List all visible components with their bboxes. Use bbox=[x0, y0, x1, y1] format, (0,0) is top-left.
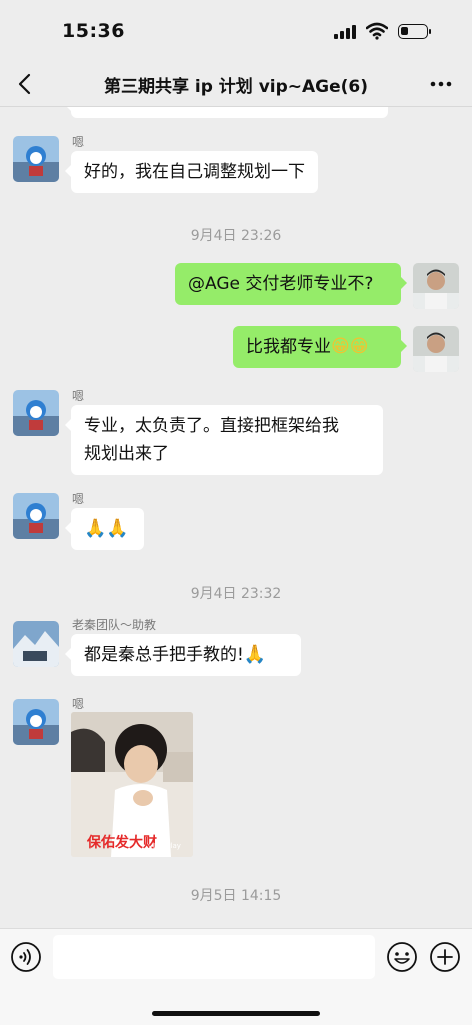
avatar[interactable] bbox=[413, 326, 459, 372]
plus-icon[interactable] bbox=[429, 941, 461, 973]
chat-header: 第三期共享 ip 计划 vip~AGe(6) bbox=[0, 62, 472, 106]
message-text: 好的，我在自己调整规划一下 bbox=[84, 162, 305, 182]
folded-hands-emoji: 🙏🙏 bbox=[84, 518, 129, 539]
grinning-emoji: 😁😁 bbox=[331, 336, 369, 357]
message-bubble-partial[interactable] bbox=[65, 107, 388, 118]
message-bubble[interactable]: 🙏🙏 bbox=[65, 508, 144, 550]
chevron-left-icon[interactable] bbox=[10, 68, 42, 100]
more-icon[interactable] bbox=[426, 72, 456, 96]
cellular-signal-icon bbox=[334, 25, 360, 39]
sender-name: 老秦团队～助教 bbox=[72, 618, 157, 632]
message-text-line: 规划出来了 bbox=[84, 444, 169, 464]
message-text: @AGe 交付老师专业不? bbox=[188, 274, 374, 294]
wifi-icon bbox=[366, 22, 388, 40]
chat-message-list[interactable]: 嗯 好的，我在自己调整规划一下 9月4日 23:26 @AGe 交付老师专业不?… bbox=[0, 107, 472, 928]
sender-name: 嗯 bbox=[72, 389, 85, 403]
message-timestamp: 9月4日 23:26 bbox=[190, 228, 282, 244]
sender-name: 嗯 bbox=[72, 492, 85, 506]
sticker-watermark: ImgPlay bbox=[153, 842, 181, 850]
sticker-image[interactable]: 保佑发大财 ImgPlay bbox=[71, 712, 193, 857]
message-text: 比我都专业 bbox=[246, 337, 331, 357]
battery-icon bbox=[398, 24, 431, 39]
message-bubble[interactable]: 都是秦总手把手教的!🙏 bbox=[65, 634, 301, 676]
avatar[interactable] bbox=[13, 621, 59, 667]
sticker-caption: 保佑发大财 bbox=[87, 835, 157, 851]
chat-title: 第三期共享 ip 计划 vip~AGe(6) bbox=[103, 77, 369, 97]
avatar[interactable] bbox=[13, 699, 59, 745]
message-bubble[interactable]: 专业，太负责了。直接把框架给我 规划出来了 bbox=[65, 405, 383, 475]
message-timestamp: 9月4日 23:32 bbox=[190, 586, 282, 602]
avatar[interactable] bbox=[13, 136, 59, 182]
message-bubble[interactable]: 比我都专业😁😁 bbox=[233, 326, 407, 368]
message-input[interactable] bbox=[53, 935, 375, 979]
home-indicator bbox=[152, 1011, 320, 1016]
message-text-line: 专业，太负责了。直接把框架给我 bbox=[84, 416, 339, 436]
sender-name: 嗯 bbox=[72, 135, 85, 149]
voice-icon[interactable] bbox=[10, 941, 42, 973]
avatar[interactable] bbox=[413, 263, 459, 309]
sender-name: 嗯 bbox=[72, 697, 85, 711]
avatar[interactable] bbox=[13, 493, 59, 539]
avatar[interactable] bbox=[13, 390, 59, 436]
emoji-icon[interactable] bbox=[386, 941, 418, 973]
message-timestamp: 9月5日 14:15 bbox=[190, 888, 282, 904]
folded-hands-emoji: 🙏 bbox=[243, 644, 267, 665]
message-bubble[interactable]: @AGe 交付老师专业不? bbox=[175, 263, 407, 305]
message-bubble[interactable]: 好的，我在自己调整规划一下 bbox=[65, 151, 318, 193]
status-bar: 15:36 bbox=[0, 0, 472, 62]
status-time: 15:36 bbox=[62, 20, 125, 42]
input-bar bbox=[0, 928, 472, 1025]
message-text: 都是秦总手把手教的! bbox=[84, 645, 244, 665]
